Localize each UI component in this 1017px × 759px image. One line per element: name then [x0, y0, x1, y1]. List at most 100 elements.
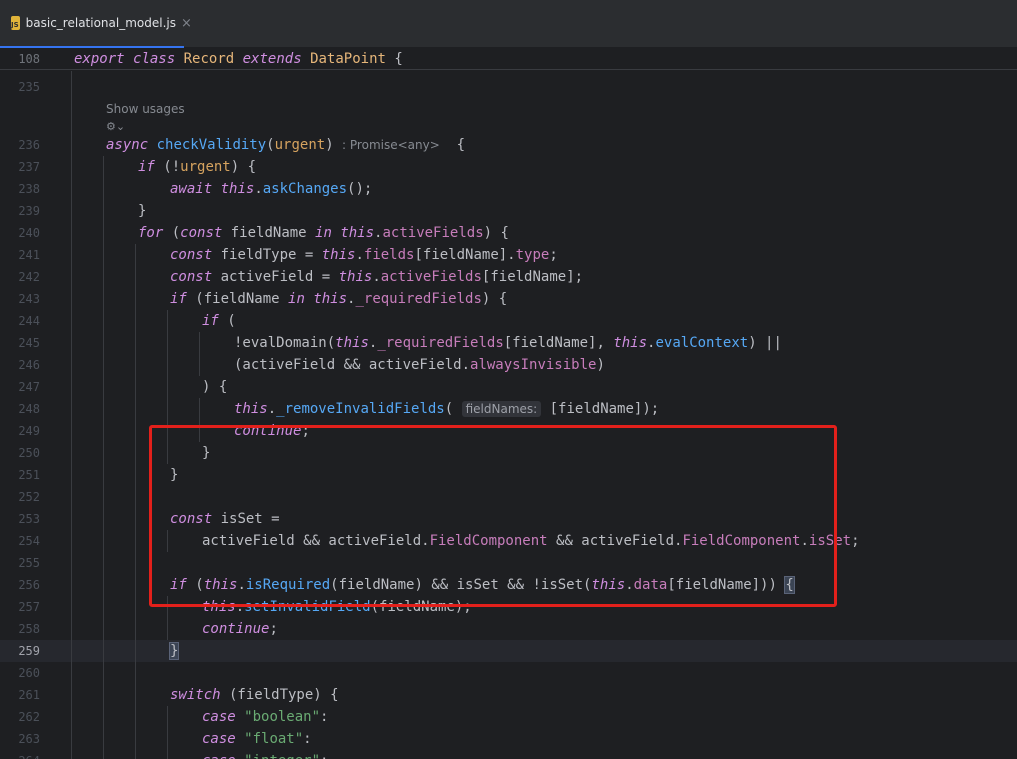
parameter-hint: fieldNames:: [461, 401, 542, 417]
indent-guide: [199, 398, 200, 442]
code-line[interactable]: 254 activeField && activeField.FieldCompo…: [0, 530, 1017, 552]
line-number[interactable]: 258: [0, 618, 40, 640]
code-token: DataPoint: [310, 51, 386, 67]
code-line[interactable]: 262 case "boolean":: [0, 706, 1017, 728]
line-number[interactable]: 235: [0, 76, 40, 98]
code-line[interactable]: 259}: [0, 640, 1017, 662]
code-token: :: [320, 709, 329, 725]
line-number[interactable]: 237: [0, 156, 40, 178]
code-line[interactable]: 258 continue;: [0, 618, 1017, 640]
code-line[interactable]: 261 switch (fieldType) {: [0, 684, 1017, 706]
code-token: :: [320, 753, 328, 759]
code-line[interactable]: 245 !evalDomain(this._requiredFields[fiel…: [0, 332, 1017, 354]
code-text: await this.askChanges();: [170, 178, 372, 200]
code-text: if (!urgent) {: [138, 156, 256, 178]
code-line[interactable]: 237 if (!urgent) {: [0, 156, 1017, 178]
line-number[interactable]: 249: [0, 420, 40, 442]
line-number[interactable]: 248: [0, 398, 40, 420]
code-line[interactable]: 257 this.setInvalidField(fieldName);: [0, 596, 1017, 618]
line-number[interactable]: 251: [0, 464, 40, 486]
line-number[interactable]: 254: [0, 530, 40, 552]
code-text: !evalDomain(this._requiredFields[fieldNa…: [234, 332, 782, 354]
line-number[interactable]: 240: [0, 222, 40, 244]
code-line[interactable]: 248 this._removeInvalidFields( fieldNames…: [0, 398, 1017, 420]
line-number[interactable]: 264: [0, 750, 40, 759]
line-number[interactable]: 247: [0, 376, 40, 398]
line-number[interactable]: 242: [0, 266, 40, 288]
line-number[interactable]: 256: [0, 574, 40, 596]
code-token: data: [633, 577, 668, 593]
code-text: }: [170, 464, 178, 486]
line-number[interactable]: 257: [0, 596, 40, 618]
code-line[interactable]: 236 async checkValidity(urgent) : Promise…: [0, 134, 1017, 156]
code-line[interactable]: 244 if (: [0, 310, 1017, 332]
code-line[interactable]: 256 if (this.isRequired(fieldName) && isS…: [0, 574, 1017, 596]
line-number[interactable]: 252: [0, 486, 40, 508]
code-line[interactable]: 255: [0, 552, 1017, 574]
code-token: urgent: [274, 137, 326, 153]
code-token: (fieldName);: [370, 599, 472, 615]
code-token: }: [168, 642, 180, 660]
code-line[interactable]: 251}: [0, 464, 1017, 486]
code-token: ): [325, 137, 343, 153]
line-number[interactable]: 255: [0, 552, 40, 574]
line-number[interactable]: 243: [0, 288, 40, 310]
close-icon[interactable]: ×: [181, 16, 192, 31]
show-usages-link[interactable]: Show usages: [106, 102, 185, 116]
line-number[interactable]: 244: [0, 310, 40, 332]
code-token: && activeField.: [547, 533, 683, 549]
code-text: if (fieldName in this._requiredFields) {: [170, 288, 507, 310]
code-line[interactable]: 241 const fieldType = this.fields[fieldNa…: [0, 244, 1017, 266]
javascript-file-icon: JS: [11, 16, 20, 30]
line-number[interactable]: 246: [0, 354, 40, 376]
code-line[interactable]: 247) {: [0, 376, 1017, 398]
code-token: continue: [202, 621, 270, 637]
code-editor[interactable]: Show usages ⚙⌄ 235 236 async checkValidity…: [0, 71, 1017, 759]
line-number[interactable]: 260: [0, 662, 40, 684]
code-line[interactable]: 235: [0, 76, 1017, 98]
sticky-scope-header[interactable]: 108 export class Record extends DataPoin…: [0, 48, 1017, 70]
code-token: ;: [301, 423, 310, 439]
code-line[interactable]: 253 const isSet =: [0, 508, 1017, 530]
line-number[interactable]: 262: [0, 706, 40, 728]
code-token: [fieldName];: [481, 269, 584, 285]
code-token: in: [288, 291, 305, 307]
line-number[interactable]: 263: [0, 728, 40, 750]
code-line[interactable]: 252: [0, 486, 1017, 508]
code-line[interactable]: 238 await this.askChanges();: [0, 178, 1017, 200]
tab-basic-relational-model[interactable]: JS basic_relational_model.js ×: [0, 0, 192, 48]
line-number[interactable]: 261: [0, 684, 40, 706]
code-line[interactable]: 264 case "integer":: [0, 750, 1017, 759]
indent-guide: [103, 156, 104, 759]
code-line[interactable]: 243 if (fieldName in this._requiredFields…: [0, 288, 1017, 310]
code-token: _requiredFields: [377, 335, 504, 351]
code-line[interactable]: 263 case "float":: [0, 728, 1017, 750]
code-line[interactable]: 242 const activeField = this.activeFields…: [0, 266, 1017, 288]
code-line[interactable]: 240 for (const fieldName in this.activeFi…: [0, 222, 1017, 244]
code-token: if: [170, 577, 187, 593]
code-token: this: [321, 247, 356, 263]
code-token: activeField =: [212, 269, 339, 285]
code-token: .: [800, 533, 809, 549]
line-number[interactable]: 241: [0, 244, 40, 266]
sticky-code-line: export class Record extends DataPoint {: [74, 48, 403, 70]
line-number[interactable]: 253: [0, 508, 40, 530]
code-line[interactable]: 249 continue;: [0, 420, 1017, 442]
line-number[interactable]: 259: [0, 640, 40, 662]
line-number[interactable]: 239: [0, 200, 40, 222]
code-line[interactable]: 250}: [0, 442, 1017, 464]
line-number[interactable]: 236: [0, 134, 40, 156]
tab-label: basic_relational_model.js: [25, 16, 176, 30]
code-line[interactable]: 239}: [0, 200, 1017, 222]
line-number[interactable]: 245: [0, 332, 40, 354]
usages-gear-icon[interactable]: ⚙⌄: [106, 120, 125, 133]
code-line[interactable]: 260: [0, 662, 1017, 684]
code-line[interactable]: 246 (activeField && activeField.alwaysInv…: [0, 354, 1017, 376]
code-token: case: [202, 709, 236, 725]
line-number[interactable]: 238: [0, 178, 40, 200]
line-number[interactable]: 250: [0, 442, 40, 464]
